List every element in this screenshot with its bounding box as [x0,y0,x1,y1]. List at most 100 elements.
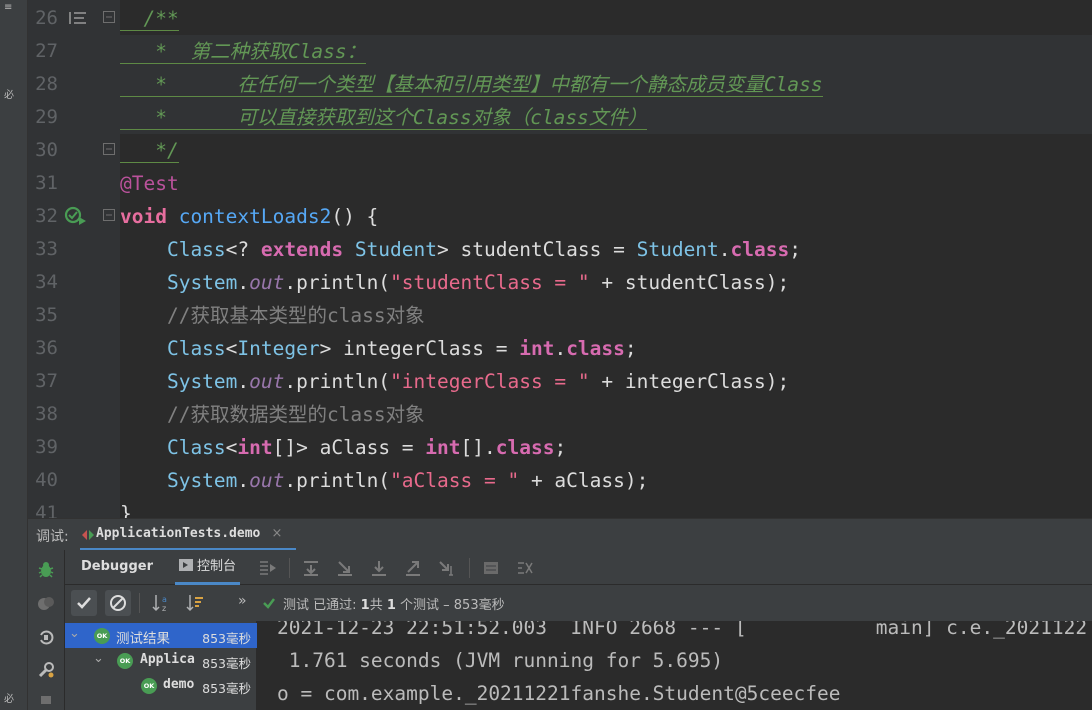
code-token: int [519,337,555,360]
left-tool-strip: ≡ 必 必 [0,0,28,710]
code-token: + aClass); [519,469,649,492]
code-line[interactable]: //获取基本类型的class对象 [120,299,425,332]
checkmark-icon [77,597,91,609]
step-into-icon[interactable] [335,558,355,578]
svg-text:a: a [162,595,167,604]
code-token: . [554,337,567,360]
line-number: 39 [35,436,58,458]
line-number: 36 [35,337,58,359]
force-step-into-icon[interactable] [369,558,389,578]
tree-row-method[interactable]: OK demo 853毫秒 [65,673,257,698]
run-test-icon[interactable] [64,205,88,227]
pin-icon[interactable] [36,690,56,710]
strip-label-top[interactable]: ≡ [4,2,12,13]
status-total: 1 [386,598,396,613]
line-number: 26 [35,7,58,29]
code-line[interactable]: @Test [120,167,179,200]
sort-alphabetically-button[interactable]: az [149,590,175,616]
trace-settings-icon[interactable] [515,558,535,578]
code-line[interactable]: Class<Integer> integerClass = int.class; [120,332,637,365]
debug-session-label: ApplicationTests.demo [96,526,261,541]
tool-window-header: 调试: ApplicationTests.demo × [28,518,1092,551]
code-token: System [120,370,238,393]
code-token: .println( [284,469,391,492]
line-number: 30 [35,139,58,161]
code-line[interactable]: Class<int[]> aClass = int[].class; [120,431,566,464]
tree-row-root[interactable]: ⌄ OK 测试结果 853毫秒 [65,623,257,648]
tree-row-class[interactable]: ⌄ OK Applica 853毫秒 [65,648,257,673]
code-token: } [120,502,132,518]
line-number: 40 [35,469,58,491]
close-icon[interactable]: × [271,526,282,541]
console-icon [179,559,193,571]
code-token: []. [460,436,496,459]
run-to-cursor-icon[interactable] [437,558,457,578]
line-number: 27 [35,40,58,62]
strip-label-bottom[interactable]: 必 [4,690,14,705]
code-token: int [425,436,461,459]
tree-item-label: demo [163,677,195,692]
line-number: 38 [35,403,58,425]
code-token: . [237,271,250,294]
ok-badge-icon: OK [141,678,157,694]
code-line[interactable]: void contextLoads2() { [120,200,378,233]
evaluate-expression-icon[interactable] [481,558,501,578]
code-line[interactable]: * 第二种获取Class： [120,35,367,68]
code-token: > studentClass = [437,238,637,261]
code-token: . [237,370,250,393]
test-results-toolbar: az » 测试 已通过: 1共 1 个测试 – 853毫秒 [65,585,1092,621]
chevron-down-icon[interactable]: ⌄ [93,651,104,666]
code-token: @Test [120,172,179,195]
line-number: 35 [35,304,58,326]
code-line[interactable]: * 在任何一个类型【基本和引用类型】中都有一个静态成员变量Class [120,68,823,101]
overflow-chevron-icon[interactable]: » [238,593,247,609]
code-line[interactable]: /** [120,2,179,35]
code-token: . [718,238,731,261]
show-passed-button[interactable] [71,590,97,616]
code-line[interactable]: System.out.println("aClass = " + aClass)… [120,464,648,497]
svg-text:z: z [162,604,166,613]
code-line[interactable]: System.out.println("integerClass = " + i… [120,365,789,398]
code-token: Student [636,238,719,261]
code-token: extends [260,238,355,261]
code-token: int [237,436,273,459]
debug-bug-icon[interactable] [36,560,56,580]
code-token: "integerClass = " [390,370,590,393]
console-tab-label: 控制台 [197,559,237,574]
code-token: System [120,271,238,294]
code-editor[interactable]: 26 27 28 29 30 31 32 33 34 35 36 37 38 39 40 41 /** * 第… [28,0,1092,518]
code-line[interactable]: //获取数据类型的class对象 [120,398,425,431]
chevron-down-icon[interactable]: ⌄ [69,626,80,641]
code-line[interactable]: } [120,497,132,518]
code-token: ; [624,337,637,360]
tab-debugger[interactable]: Debugger [81,550,153,585]
code-token: "aClass = " [390,469,520,492]
reader-mode-icon[interactable] [68,10,88,26]
code-line[interactable]: * 可以直接获取到这个Class对象（class文件） [120,101,648,134]
debug-session-tab[interactable]: ApplicationTests.demo × [80,519,297,551]
show-execution-point-icon[interactable] [258,558,278,578]
code-line[interactable]: System.out.println("studentClass = " + s… [120,266,789,299]
code-line[interactable]: Class<? extends Student> studentClass = … [120,233,801,266]
fold-icon[interactable] [102,142,116,156]
fold-icon[interactable] [102,208,116,222]
code-token: class [730,238,790,261]
console-output[interactable]: 2021-12-23 22:51:52.003 INFO 2668 --- [ … [257,621,1092,710]
settings-wrench-icon[interactable] [36,660,56,680]
code-token: Class [120,238,226,261]
code-token: > integerClass = [319,337,520,360]
rerun-icon[interactable] [36,627,56,647]
fold-icon[interactable] [102,10,116,24]
pause-program-icon[interactable] [36,594,56,614]
tab-console[interactable]: 控制台 [175,550,241,585]
step-out-icon[interactable] [403,558,423,578]
tree-item-label: 测试结果 [116,631,170,647]
code-token: System [120,469,238,492]
step-over-icon[interactable] [301,558,321,578]
sort-by-duration-button[interactable] [183,590,209,616]
code-token: out [249,370,285,393]
show-ignored-button[interactable] [105,590,131,616]
code-token: + studentClass); [589,271,790,294]
code-line[interactable]: */ [120,134,179,167]
strip-label-mid[interactable]: 必 [4,86,14,101]
